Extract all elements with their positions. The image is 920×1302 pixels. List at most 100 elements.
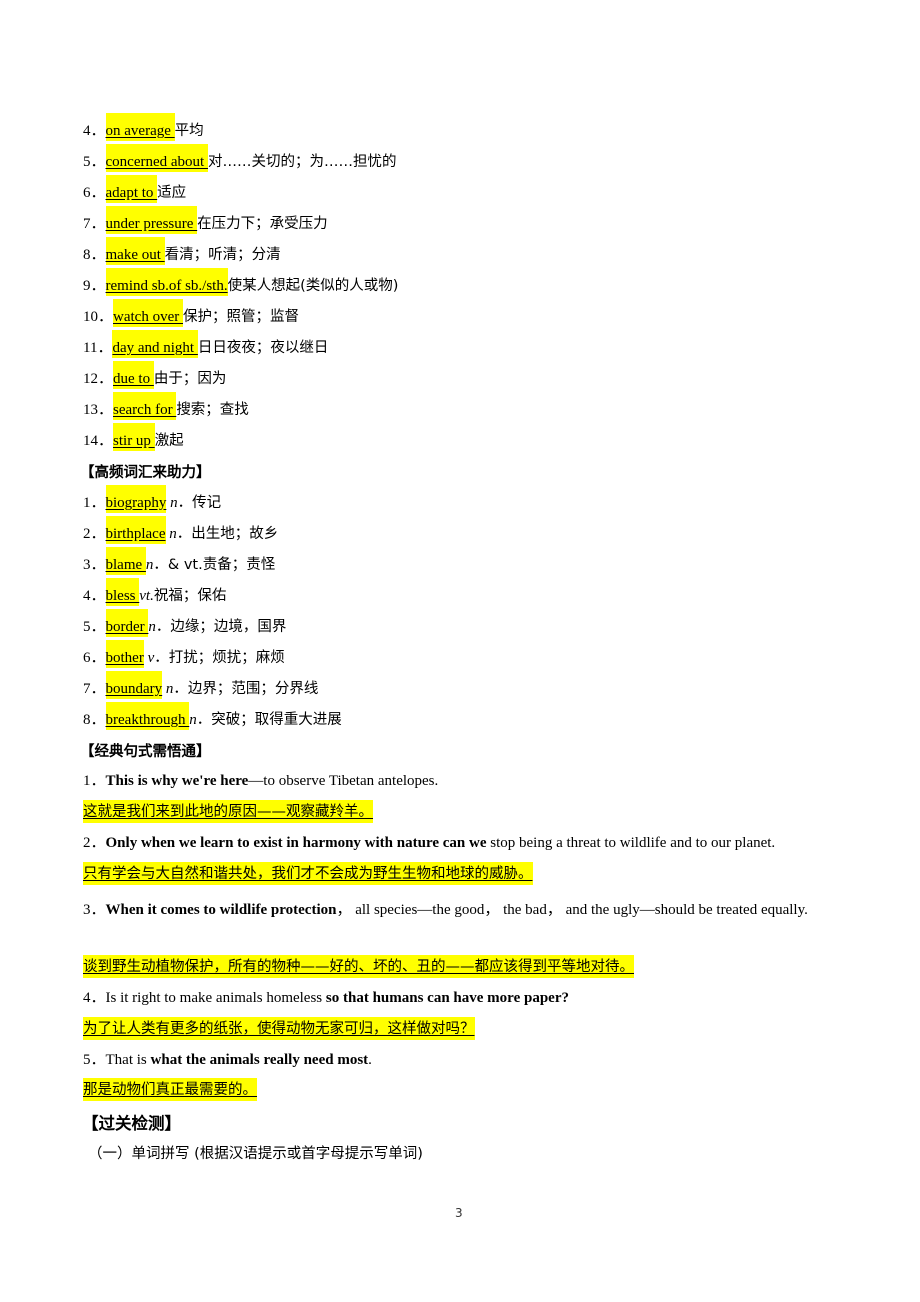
- item-number: 6．: [83, 650, 106, 666]
- item-number: 4．: [83, 123, 106, 139]
- highlighted-translation: 这就是我们来到此地的原因——观察藏羚羊。: [83, 800, 373, 823]
- sentence-text: That is: [105, 1052, 151, 1068]
- item-number: 14．: [83, 433, 114, 449]
- term-meaning: 使某人想起(类似的人或物): [227, 278, 399, 294]
- item-number: 4．: [83, 588, 106, 604]
- phrase-item: 10．watch over 保护；照管；监督: [83, 299, 299, 327]
- sentence-translation: 谈到野生动植物保护，所有的物种——好的、坏的、丑的——都应该得到平等地对待。: [83, 955, 634, 978]
- vocab-item: 8．breakthrough n．突破；取得重大进展: [83, 702, 342, 730]
- vocab-item: 5．border n．边缘；边境，国界: [83, 609, 287, 637]
- highlighted-term: concerned about: [105, 144, 208, 172]
- term-meaning: ．突破；取得重大进展: [196, 712, 342, 728]
- highlighted-term: border: [105, 609, 149, 637]
- part-of-speech: n: [162, 681, 174, 697]
- item-number: 7．: [83, 681, 106, 697]
- sentence-english: 4．Is it right to make animals homeless s…: [83, 988, 569, 1008]
- item-number: 4．: [83, 990, 106, 1006]
- sentence-text: —to observe Tibetan antelopes.: [248, 773, 439, 789]
- item-number: 2．: [83, 526, 106, 542]
- highlighted-term: make out: [105, 237, 165, 265]
- part-of-speech: n: [189, 712, 197, 728]
- highlighted-term: search for: [113, 392, 177, 420]
- highlighted-translation: 为了让人类有更多的纸张，使得动物无家可归，这样做对吗？: [83, 1017, 475, 1040]
- item-number: 3．: [83, 902, 106, 918]
- vocab-item: 7．boundary n．边界；范围；分界线: [83, 671, 319, 699]
- part-of-speech: vt.: [139, 588, 154, 604]
- part-of-speech: n: [148, 619, 156, 635]
- item-number: 5．: [83, 619, 106, 635]
- phrase-item: 4．on average 平均: [83, 113, 204, 141]
- sentence-translation: 那是动物们真正最需要的。: [83, 1078, 257, 1101]
- highlighted-translation: 只有学会与大自然和谐共处，我们才不会成为野生生物和地球的威胁。: [83, 862, 533, 885]
- vocab-item: 4．bless vt.祝福；保佑: [83, 578, 227, 606]
- sentence-english: 3．When it comes to wildlife protection， …: [83, 895, 837, 926]
- item-number: 3．: [83, 557, 106, 573]
- highlighted-term: biography: [105, 485, 167, 513]
- part-of-speech: v: [143, 650, 155, 666]
- term-meaning: ．& vt.责备；责怪: [153, 557, 276, 573]
- term-meaning: ．边缘；边境，国界: [155, 619, 287, 635]
- vocab-item: 1．biography n．传记: [83, 485, 221, 513]
- highlighted-term: on average: [105, 113, 175, 141]
- section-heading-check: 【过关检测】: [82, 1114, 181, 1133]
- item-number: 8．: [83, 247, 106, 263]
- sentence-translation: 为了让人类有更多的纸张，使得动物无家可归，这样做对吗？: [83, 1017, 475, 1040]
- key-structure: what the animals really need most: [150, 1052, 369, 1068]
- vocab-item: 2．birthplace n．出生地；故乡: [83, 516, 278, 544]
- sentence-text: .: [368, 1052, 372, 1068]
- item-number: 12．: [83, 371, 114, 387]
- term-meaning: 适应: [157, 185, 187, 201]
- highlighted-term: breakthrough: [105, 702, 190, 730]
- item-number: 6．: [83, 185, 106, 201]
- term-meaning: ．边界；范围；分界线: [173, 681, 319, 697]
- sentence-english: 2．Only when we learn to exist in harmony…: [83, 833, 775, 853]
- highlighted-term: bless: [105, 578, 140, 606]
- highlighted-term: stir up: [113, 423, 155, 451]
- item-number: 9．: [83, 278, 106, 294]
- phrase-item: 9．remind sb.of sb./sth.使某人想起(类似的人或物): [83, 268, 399, 296]
- highlighted-term: remind sb.of sb./sth.: [105, 268, 228, 296]
- term-meaning: ．打扰；烦扰；麻烦: [154, 650, 285, 666]
- phrase-item: 13．search for 搜索；查找: [83, 392, 249, 420]
- phrase-item: 8．make out 看清；听清；分清: [83, 237, 281, 265]
- vocab-item: 6．bother v．打扰；烦扰；麻烦: [83, 640, 285, 668]
- item-number: 10．: [83, 309, 114, 325]
- term-meaning: 在压力下；承受压力: [197, 216, 328, 232]
- highlighted-term: due to: [113, 361, 154, 389]
- phrase-item: 14．stir up 激起: [83, 423, 184, 451]
- sentence-translation: 这就是我们来到此地的原因——观察藏羚羊。: [83, 800, 373, 823]
- item-number: 1．: [83, 495, 106, 511]
- term-meaning: 保护；照管；监督: [182, 309, 299, 325]
- phrase-item: 7．under pressure 在压力下；承受压力: [83, 206, 328, 234]
- sentence-translation: 只有学会与大自然和谐共处，我们才不会成为野生生物和地球的威胁。: [83, 862, 533, 885]
- highlighted-translation: 谈到野生动植物保护，所有的物种——好的、坏的、丑的——都应该得到平等地对待。: [83, 955, 634, 978]
- phrase-item: 11．day and night 日日夜夜；夜以继日: [83, 330, 329, 358]
- phrase-item: 12．due to 由于；因为: [83, 361, 226, 389]
- key-structure: When it comes to wildlife protection: [105, 902, 337, 918]
- phrase-item: 5．concerned about 对……关切的；为……担忧的: [83, 144, 396, 172]
- highlighted-term: blame: [105, 547, 146, 575]
- item-number: 5．: [83, 1052, 106, 1068]
- highlighted-term: boundary: [105, 671, 163, 699]
- item-number: 7．: [83, 216, 106, 232]
- part-of-speech: n: [165, 526, 177, 542]
- phrase-item: 6．adapt to 适应: [83, 175, 187, 203]
- part-of-speech: n: [166, 495, 178, 511]
- highlighted-translation: 那是动物们真正最需要的。: [83, 1078, 257, 1101]
- item-number: 2．: [83, 835, 106, 851]
- section-heading-vocabulary: 【高频词汇来助力】: [80, 465, 211, 481]
- term-meaning: 平均: [174, 123, 204, 139]
- item-number: 5．: [83, 154, 106, 170]
- term-meaning: 祝福；保佑: [153, 588, 227, 604]
- exercise-instruction: （一）单词拼写 (根据汉语提示或首字母提示写单词): [88, 1146, 423, 1162]
- page-number: 3: [455, 1206, 463, 1220]
- highlighted-term: under pressure: [105, 206, 198, 234]
- term-meaning: 激起: [154, 433, 184, 449]
- item-number: 11．: [83, 340, 113, 356]
- key-structure: Only when we learn to exist in harmony w…: [105, 835, 487, 851]
- sentence-english: 1．This is why we're here—to observe Tibe…: [83, 771, 438, 791]
- section-heading-sentences: 【经典句式需悟通】: [80, 744, 211, 760]
- item-number: 13．: [83, 402, 114, 418]
- highlighted-term: day and night: [112, 330, 198, 358]
- term-meaning: 日日夜夜；夜以继日: [197, 340, 329, 356]
